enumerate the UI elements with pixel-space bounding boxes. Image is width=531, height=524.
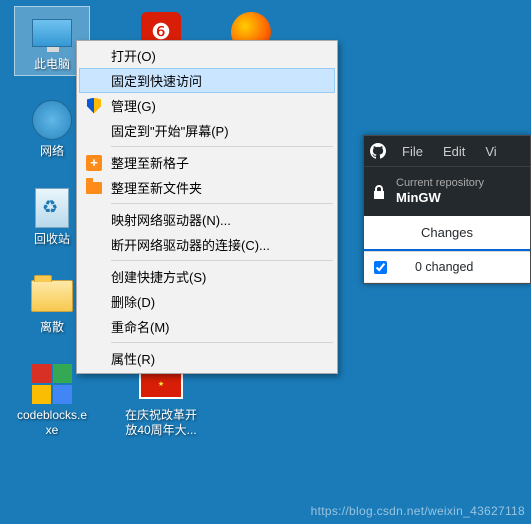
network-icon xyxy=(30,98,74,142)
computer-icon xyxy=(30,11,74,55)
menu-item-map-drive[interactable]: 映射网络驱动器(N)... xyxy=(79,207,335,232)
menu-item-open[interactable]: 打开(O) xyxy=(79,43,335,68)
shield-icon xyxy=(85,97,103,115)
menu-item-sort-new-grid[interactable]: + 整理至新格子 xyxy=(79,150,335,175)
icon-label: 网络 xyxy=(38,144,66,162)
menu-view[interactable]: Vi xyxy=(475,144,506,159)
menu-item-delete[interactable]: 删除(D) xyxy=(79,289,335,314)
changes-summary-row[interactable]: 0 changed xyxy=(364,252,530,283)
menu-separator xyxy=(111,146,333,147)
repo-name: MinGW xyxy=(396,190,484,206)
tab-changes[interactable]: Changes xyxy=(364,216,530,251)
menu-separator xyxy=(111,260,333,261)
tabs: Changes xyxy=(364,216,530,252)
folder-icon xyxy=(30,274,74,318)
icon-label: 在庆祝改革开放40周年大... xyxy=(123,408,199,441)
menu-item-rename[interactable]: 重命名(M) xyxy=(79,314,335,339)
menu-item-pin-quick-access[interactable]: 固定到快速访问 xyxy=(79,68,335,93)
context-menu: 打开(O) 固定到快速访问 管理(G) 固定到"开始"屏幕(P) + 整理至新格… xyxy=(76,40,338,374)
icon-label: 回收站 xyxy=(32,232,72,250)
plus-icon: + xyxy=(85,154,103,172)
folder-icon xyxy=(85,179,103,197)
icon-label: 此电脑 xyxy=(32,57,72,75)
repo-label: Current repository xyxy=(396,177,484,190)
menu-edit[interactable]: Edit xyxy=(433,144,475,159)
menu-item-disconnect-drive[interactable]: 断开网络驱动器的连接(C)... xyxy=(79,232,335,257)
menu-item-sort-new-folder[interactable]: 整理至新文件夹 xyxy=(79,175,335,200)
menu-separator xyxy=(111,342,333,343)
menu-separator xyxy=(111,203,333,204)
menu-item-pin-start[interactable]: 固定到"开始"屏幕(P) xyxy=(79,118,335,143)
menu-file[interactable]: File xyxy=(392,144,433,159)
recycle-bin-icon xyxy=(30,186,74,230)
repo-text: Current repository MinGW xyxy=(396,177,484,206)
menu-item-properties[interactable]: 属性(R) xyxy=(79,346,335,371)
lock-icon xyxy=(372,184,386,200)
menu-item-create-shortcut[interactable]: 创建快捷方式(S) xyxy=(79,264,335,289)
icon-label: codeblocks.exe xyxy=(14,408,90,441)
changed-count: 0 changed xyxy=(415,260,473,274)
watermark-text: https://blog.csdn.net/weixin_43627118 xyxy=(311,504,525,518)
codeblocks-icon xyxy=(30,362,74,406)
icon-label: 离散 xyxy=(38,320,66,338)
github-logo-icon xyxy=(364,143,392,159)
menu-item-manage[interactable]: 管理(G) xyxy=(79,93,335,118)
menubar: File Edit Vi xyxy=(364,136,530,166)
github-desktop-window: File Edit Vi Current repository MinGW Ch… xyxy=(363,135,531,284)
repo-selector[interactable]: Current repository MinGW xyxy=(364,166,530,216)
select-all-checkbox[interactable] xyxy=(374,261,387,274)
